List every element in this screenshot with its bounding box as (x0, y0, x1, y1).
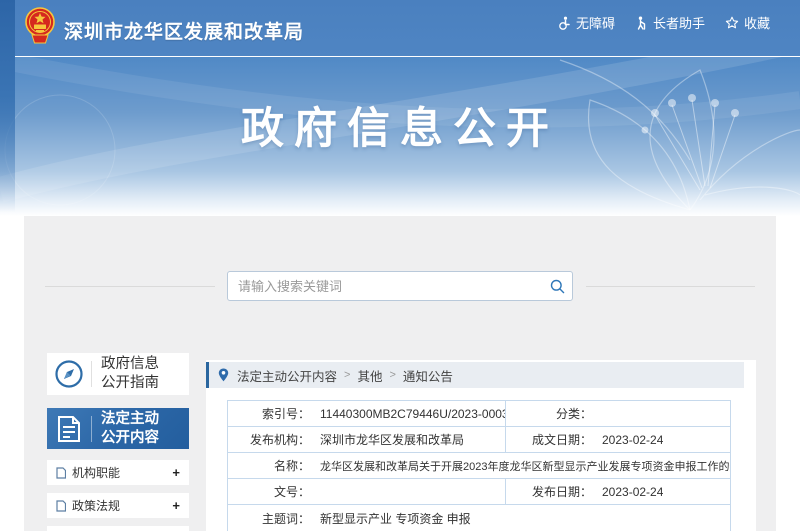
accessibility-label: 无障碍 (575, 16, 615, 31)
document-icon (47, 415, 91, 443)
sidebar-guide-label: 政府信息 公开指南 (101, 356, 159, 391)
field-label-index: 索引号： (261, 407, 310, 421)
favorite-link[interactable]: 收藏 (725, 13, 770, 32)
left-accent-strip (0, 0, 15, 212)
expand-plus-icon[interactable]: + (172, 465, 180, 480)
field-label-doc-number: 文号： (273, 485, 310, 499)
breadcrumb-item-other[interactable]: 其他 (357, 366, 382, 385)
sidebar-active-label: 法定主动 公开内容 (101, 410, 159, 446)
sidebar-item-statutory-disclosure[interactable]: 法定主动 公开内容 (47, 408, 189, 449)
page-icon (56, 466, 66, 479)
accessibility-icon (559, 16, 570, 30)
search-divider-left (45, 286, 215, 287)
field-value-issuer: 深圳市龙华区发展和改革局 (320, 433, 465, 447)
field-label-publish-date: 发布日期： (531, 485, 592, 499)
field-label-issuer: 发布机构： (249, 433, 310, 447)
favorite-label: 收藏 (743, 16, 770, 31)
table-row: 发布机构： 深圳市龙华区发展和改革局 成文日期： 2023-02-24 (228, 427, 730, 453)
site-title: 深圳市龙华区发展和改革局 (64, 22, 305, 43)
field-value-index: 11440300MB2C79446U/2023-00032 (320, 406, 505, 421)
field-label-title: 名称： (273, 459, 310, 473)
elder-helper-icon (637, 16, 646, 30)
sidebar-item-label: 机构职能 (72, 466, 121, 480)
breadcrumb-item-current: 通知公告 (402, 369, 453, 384)
table-row: 主题词： 新型显示产业 专项资金 申报 (228, 505, 730, 531)
sidebar-item-organization[interactable]: 机构职能 + (47, 460, 189, 485)
expand-plus-icon[interactable]: + (172, 498, 180, 513)
page-title: 政府信息公开 (241, 105, 559, 153)
search-divider-right (586, 286, 755, 287)
top-nav: 无障碍 长者助手 收藏 (557, 13, 770, 32)
search-box (227, 271, 573, 301)
table-row: 名称： 龙华区发展和改革局关于开展2023年度龙华区新型显示产业发展专项资金申报… (228, 453, 730, 479)
sidebar-item-partial[interactable] (47, 526, 189, 531)
document-info-table: 索引号： 11440300MB2C79446U/2023-00032 分类： 发… (227, 400, 731, 531)
table-row: 索引号： 11440300MB2C79446U/2023-00032 分类： (228, 401, 730, 427)
compass-icon (47, 359, 91, 389)
field-value-keywords: 新型显示产业 专项资金 申报 (320, 511, 471, 526)
sidebar-item-label: 政策法规 (72, 499, 121, 513)
field-value-written-date: 2023-02-24 (602, 432, 664, 447)
search-input[interactable] (228, 273, 542, 299)
field-value-title: 龙华区发展和改革局关于开展2023年度龙华区新型显示产业发展专项资金申报工作的通… (320, 460, 730, 473)
accessibility-link[interactable]: 无障碍 (557, 13, 615, 32)
page-icon (56, 499, 66, 512)
breadcrumb-separator: > (389, 369, 396, 381)
search-icon (550, 279, 564, 293)
field-value-publish-date: 2023-02-24 (602, 484, 664, 499)
field-label-keywords: 主题词： (261, 511, 310, 526)
breadcrumb: 法定主动公开内容 > 其他 > 通知公告 (206, 362, 744, 388)
breadcrumb-separator: > (344, 369, 351, 381)
table-row: 文号： 发布日期： 2023-02-24 (228, 479, 730, 505)
page: 深圳市龙华区发展和改革局 无障碍 长者助手 收藏 政府信息公开 请输入搜索关键词… (0, 0, 800, 531)
star-icon (725, 16, 739, 28)
sidebar-item-guide[interactable]: 政府信息 公开指南 (47, 353, 189, 395)
location-pin-icon (218, 368, 229, 382)
field-label-category: 分类： (555, 407, 592, 421)
breadcrumb-item-statutory[interactable]: 法定主动公开内容 (237, 366, 337, 385)
sidebar-item-policies[interactable]: 政策法规 + (47, 493, 189, 518)
elder-helper-label: 长者助手 (652, 16, 705, 31)
elder-helper-link[interactable]: 长者助手 (635, 13, 705, 32)
national-emblem-logo (25, 7, 55, 44)
search-button[interactable] (542, 272, 572, 300)
field-label-written-date: 成文日期： (531, 433, 592, 447)
